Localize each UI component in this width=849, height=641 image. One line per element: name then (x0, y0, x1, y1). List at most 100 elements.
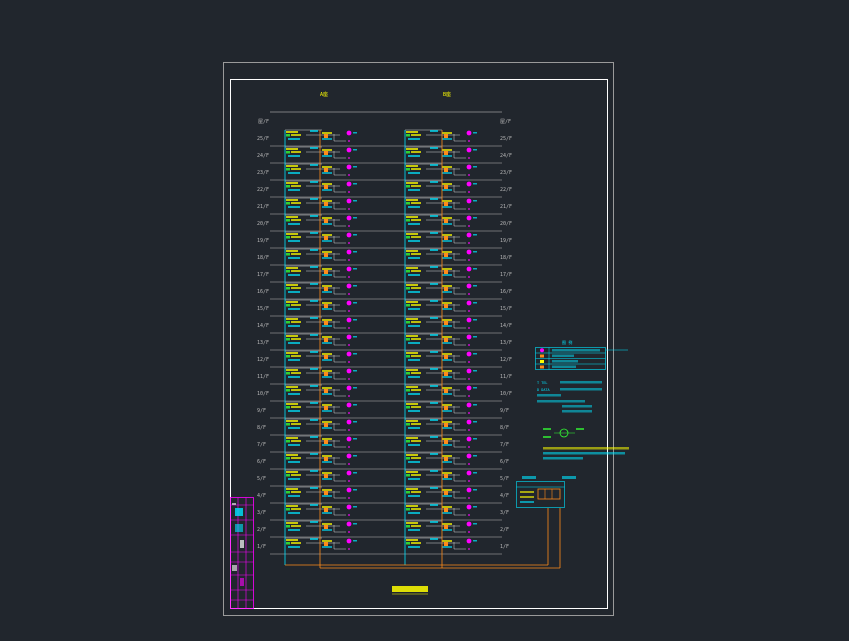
floor-row: 17/F 17/F (257, 265, 512, 283)
floor-row: 22/F 22/F (257, 180, 512, 198)
floor-label-right: 2/F (500, 527, 509, 533)
floor-label-left: 25/F (257, 136, 269, 142)
floor-unit-b (405, 520, 477, 533)
floor-unit-b (405, 146, 477, 159)
floor-unit-a (285, 129, 357, 142)
floor-row: 11/F 11/F (257, 367, 512, 385)
floor-unit-a (285, 537, 357, 550)
company-logo-icon (235, 508, 243, 516)
floor-unit-a (285, 452, 357, 465)
floor-label-left: 5/F (257, 476, 266, 482)
floor-row: 21/F 21/F (257, 197, 512, 215)
floor-row: 14/F 14/F (257, 316, 512, 334)
floor-row: 15/F 15/F (257, 299, 512, 317)
floor-label-right: 10/F (500, 391, 512, 397)
roof-label-left: 屋/F (258, 119, 269, 125)
floor-label-right: 7/F (500, 442, 509, 448)
floor-label-right: 20/F (500, 221, 512, 227)
floor-unit-b (405, 231, 477, 244)
floor-unit-b (405, 384, 477, 397)
floor-unit-b (405, 350, 477, 363)
floor-label-left: 17/F (257, 272, 269, 278)
floor-row: 10/F 10/F (257, 384, 512, 402)
floor-unit-a (285, 486, 357, 499)
floor-row: 25/F 25/F (257, 129, 512, 147)
floor-label-left: 20/F (257, 221, 269, 227)
floor-unit-a (285, 384, 357, 397)
floor-label-right: 16/F (500, 289, 512, 295)
floor-unit-b (405, 452, 477, 465)
floor-row: 13/F 13/F (257, 333, 512, 351)
column-title-b: B座 (443, 91, 451, 98)
floor-unit-a (285, 503, 357, 516)
floor-unit-b (405, 333, 477, 346)
floor-label-left: 24/F (257, 153, 269, 159)
floor-label-left: 22/F (257, 187, 269, 193)
floor-unit-b (405, 367, 477, 380)
floor-unit-b (405, 486, 477, 499)
floor-unit-b (405, 435, 477, 448)
floor-label-right: 24/F (500, 153, 512, 159)
floor-row: 7/F 7/F (257, 435, 509, 453)
floor-unit-a (285, 316, 357, 329)
floor-label-right: 11/F (500, 374, 512, 380)
floor-label-right: 5/F (500, 476, 509, 482)
floor-row: 4/F 4/F (257, 486, 509, 504)
floor-label-left: 21/F (257, 204, 269, 210)
floor-unit-a (285, 214, 357, 227)
floor-label-left: 15/F (257, 306, 269, 312)
floor-unit-a (285, 435, 357, 448)
floor-label-left: 14/F (257, 323, 269, 329)
floor-row: 12/F 12/F (257, 350, 512, 368)
floor-row: 3/F 3/F (257, 503, 509, 521)
floor-label-right: 22/F (500, 187, 512, 193)
floor-label-right: 8/F (500, 425, 509, 431)
floor-label-left: 23/F (257, 170, 269, 176)
legend-block: 图 例 T TEL D DATA (535, 339, 629, 460)
floor-row: 5/F 5/F (257, 469, 509, 487)
floor-label-left: 10/F (257, 391, 269, 397)
floor-unit-b (405, 299, 477, 312)
floor-label-left: 16/F (257, 289, 269, 295)
floor-unit-a (285, 401, 357, 414)
floor-unit-b (405, 180, 477, 193)
floor-unit-b (405, 197, 477, 210)
floor-unit-a (285, 367, 357, 380)
floor-unit-a (285, 248, 357, 261)
floor-row: 20/F 20/F (257, 214, 512, 232)
floor-label-left: 4/F (257, 493, 266, 499)
floor-unit-a (285, 265, 357, 278)
floor-row: 2/F 2/F (257, 520, 509, 538)
main-distribution-box (516, 476, 576, 508)
floor-label-right: 1/F (500, 544, 509, 550)
floor-label-right: 6/F (500, 459, 509, 465)
floor-label-left: 3/F (257, 510, 266, 516)
floor-unit-a (285, 180, 357, 193)
floor-unit-b (405, 401, 477, 414)
floor-label-left: 7/F (257, 442, 266, 448)
legend-symbol-distributor-icon (540, 365, 544, 369)
floor-label-right: 9/F (500, 408, 509, 414)
floor-unit-a (285, 197, 357, 210)
floor-row: 6/F 6/F (257, 452, 509, 470)
title-block (230, 497, 254, 609)
column-title-a: A座 (320, 91, 328, 98)
floor-label-left: 2/F (257, 527, 266, 533)
floor-unit-a (285, 299, 357, 312)
floor-label-right: 15/F (500, 306, 512, 312)
floor-label-right: 13/F (500, 340, 512, 346)
floor-label-right: 14/F (500, 323, 512, 329)
legend-symbol-outlet-icon (540, 348, 544, 353)
floor-unit-a (285, 163, 357, 176)
floor-unit-b (405, 282, 477, 295)
floor-unit-a (285, 520, 357, 533)
floor-unit-b (405, 248, 477, 261)
floor-label-right: 25/F (500, 136, 512, 142)
floor-unit-b (405, 265, 477, 278)
floor-label-left: 9/F (257, 408, 266, 414)
floor-unit-a (285, 418, 357, 431)
floor-label-left: 18/F (257, 255, 269, 261)
legend-note-tel: T TEL (537, 381, 548, 385)
floor-label-right: 19/F (500, 238, 512, 244)
floor-unit-a (285, 282, 357, 295)
